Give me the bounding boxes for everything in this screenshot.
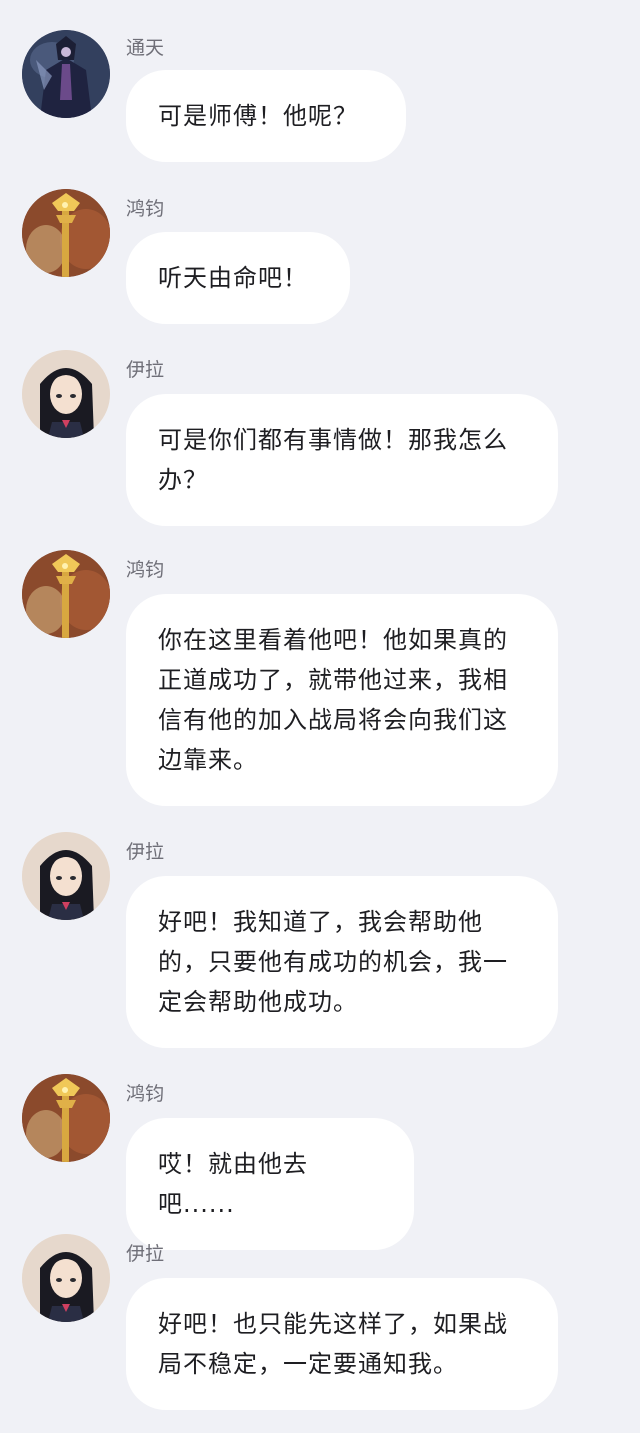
sender-name: 鸿钧	[126, 198, 165, 220]
anime-girl-dark-hair-avatar	[22, 1234, 110, 1322]
golden-staff-sage-avatar	[22, 550, 110, 638]
message-bubble: 听天由命吧！	[126, 232, 350, 324]
sender-name: 通天	[126, 37, 165, 59]
avatar-hongjun[interactable]	[22, 1074, 110, 1162]
message-bubble: 可是你们都有事情做！那我怎么办？	[126, 394, 558, 526]
message-bubble: 哎！就由他去吧......	[126, 1118, 414, 1250]
message-bubble: 好吧！也只能先这样了，如果战局不稳定，一定要通知我。	[126, 1278, 558, 1410]
sender-name: 伊拉	[126, 841, 165, 863]
golden-staff-sage-avatar	[22, 189, 110, 277]
chat-conversation: 通天 可是师傅！他呢？ 鸿钧 听天由命吧！ 伊拉 可是你们都有事情做！那我怎么办…	[0, 0, 640, 1433]
sender-name: 伊拉	[126, 359, 165, 381]
message-bubble: 可是师傅！他呢？	[126, 70, 406, 162]
anime-girl-dark-hair-avatar	[22, 832, 110, 920]
avatar-yila[interactable]	[22, 1234, 110, 1322]
message-bubble: 好吧！我知道了，我会帮助他的，只要他有成功的机会，我一定会帮助他成功。	[126, 876, 558, 1048]
avatar-hongjun[interactable]	[22, 550, 110, 638]
avatar-yila[interactable]	[22, 832, 110, 920]
avatar-tongtian[interactable]	[22, 30, 110, 118]
sender-name: 鸿钧	[126, 1083, 165, 1105]
anime-girl-dark-hair-avatar	[22, 350, 110, 438]
avatar-hongjun[interactable]	[22, 189, 110, 277]
avatar-yila[interactable]	[22, 350, 110, 438]
sender-name: 伊拉	[126, 1243, 165, 1265]
sender-name: 鸿钧	[126, 559, 165, 581]
golden-staff-sage-avatar	[22, 1074, 110, 1162]
message-bubble: 你在这里看着他吧！他如果真的正道成功了，就带他过来，我相信有他的加入战局将会向我…	[126, 594, 558, 806]
dark-armored-warrior-avatar	[22, 30, 110, 118]
